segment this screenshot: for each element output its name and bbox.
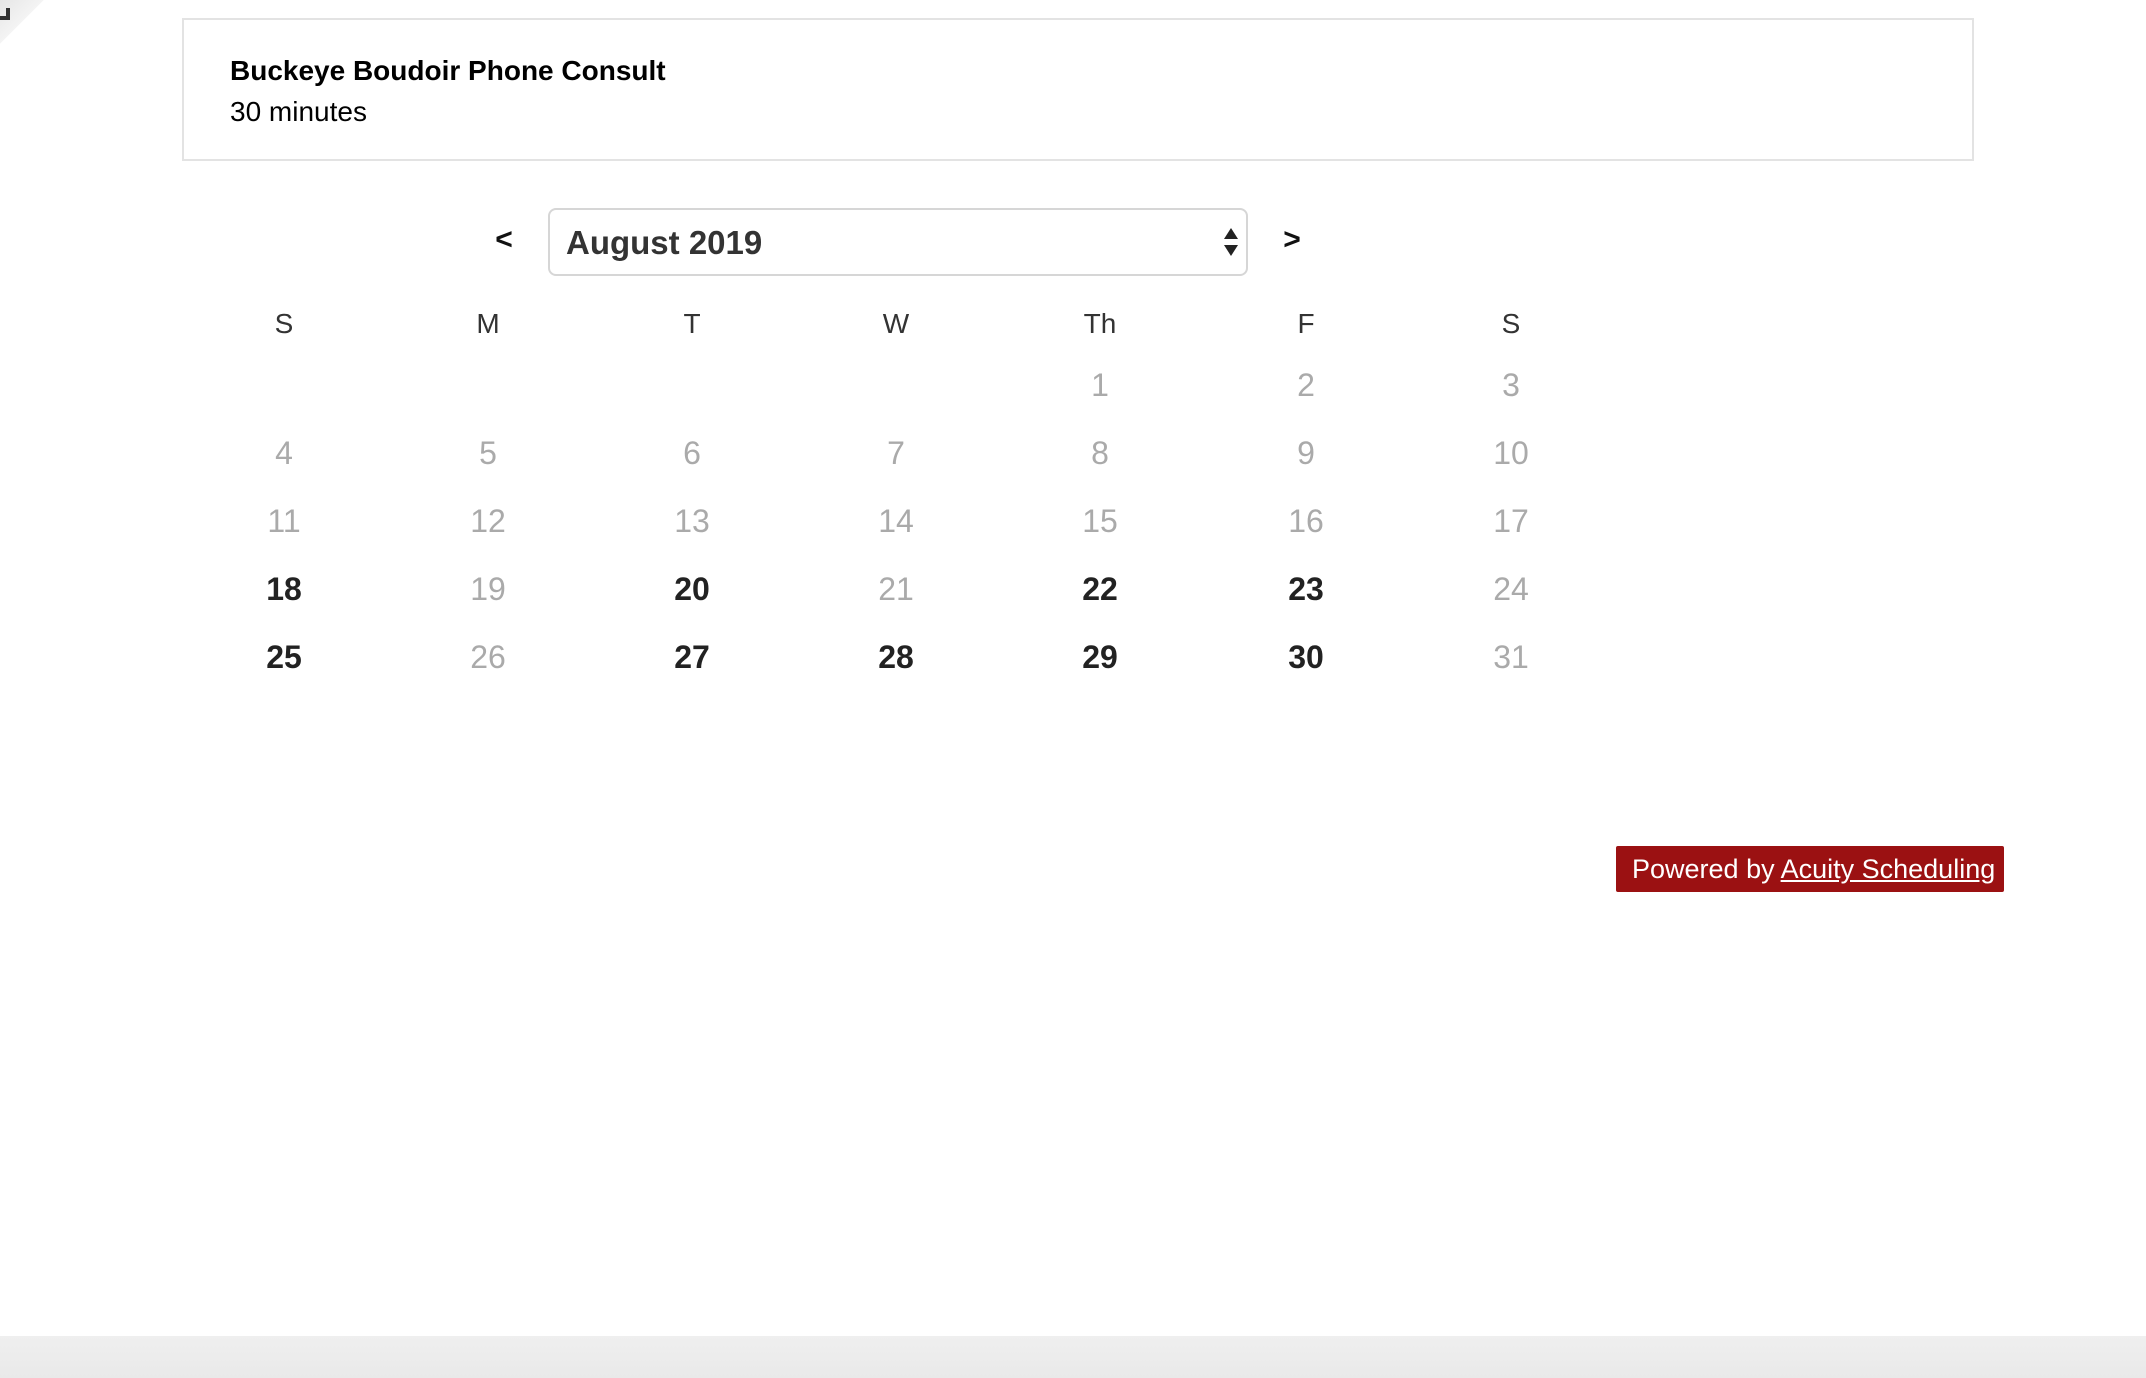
calendar-day-unavailable: 21 [878, 571, 914, 607]
appointment-duration: 30 minutes [230, 96, 367, 127]
calendar-day-unavailable: 15 [1082, 503, 1118, 539]
calendar-day-available[interactable]: 18 [224, 564, 344, 614]
calendar-day-available[interactable]: 29 [1040, 632, 1160, 682]
month-select[interactable]: August 2019 [548, 208, 1248, 276]
calendar-day-unavailable: 24 [1493, 571, 1529, 607]
corner-fold-decoration [0, 0, 44, 44]
calendar-day-available[interactable]: 22 [1040, 564, 1160, 614]
calendar-day-available[interactable]: 28 [836, 632, 956, 682]
powered-by-badge: Powered by Acuity Scheduling [1616, 846, 2004, 892]
calendar-day-unavailable: 4 [275, 435, 293, 471]
appointment-type-panel: Buckeye Boudoir Phone Consult 30 minutes [182, 18, 1974, 161]
calendar-day-available[interactable]: 23 [1246, 564, 1366, 614]
previous-month-button[interactable]: < [484, 220, 524, 260]
resize-corner-icon [0, 8, 10, 20]
weekday-label: M [476, 308, 500, 339]
calendar-day-unavailable: 12 [470, 503, 506, 539]
calendar-day-unavailable: 13 [674, 503, 710, 539]
calendar-day-unavailable: 17 [1493, 503, 1529, 539]
calendar-day-unavailable: 19 [470, 571, 506, 607]
calendar-day-unavailable: 16 [1288, 503, 1324, 539]
appointment-title: Buckeye Boudoir Phone Consult [230, 55, 666, 86]
calendar-day-unavailable: 26 [470, 639, 506, 675]
calendar-day-unavailable: 14 [878, 503, 914, 539]
calendar-day-unavailable: 11 [267, 503, 301, 539]
calendar-day-available[interactable]: 27 [632, 632, 752, 682]
bottom-scroll-bar [0, 1336, 2146, 1378]
weekday-label: S [274, 308, 294, 339]
calendar-day-unavailable: 9 [1297, 435, 1315, 471]
calendar-day-available[interactable]: 25 [224, 632, 344, 682]
calendar-day-available[interactable]: 20 [632, 564, 752, 614]
weekday-label: F [1297, 308, 1315, 339]
calendar-day-unavailable: 7 [887, 435, 905, 471]
weekday-header-row: S M T W Th F S [0, 308, 1600, 348]
calendar-day-unavailable: 2 [1297, 367, 1315, 403]
calendar-day-unavailable: 5 [479, 435, 497, 471]
calendar-day-available[interactable]: 30 [1246, 632, 1366, 682]
weekday-label: W [882, 308, 910, 339]
next-month-button[interactable]: > [1272, 220, 1312, 260]
calendar-day-grid: 1 2 3 4 5 6 7 8 9 10 11 12 13 14 15 16 17 18 19 20 21 22 23 24 2… [0, 360, 1600, 680]
calendar-day-unavailable: 6 [683, 435, 701, 471]
calendar-day-unavailable: 3 [1502, 367, 1520, 403]
weekday-label: Th [1083, 308, 1117, 339]
calendar-day-unavailable: 10 [1493, 435, 1529, 471]
powered-by-text: Powered by [1632, 854, 1781, 884]
weekday-label: T [683, 308, 701, 339]
calendar-day-unavailable: 1 [1091, 367, 1109, 403]
acuity-scheduling-link[interactable]: Acuity Scheduling [1781, 854, 1996, 884]
calendar-day-unavailable: 31 [1493, 639, 1529, 675]
weekday-label: S [1501, 308, 1521, 339]
calendar-day-unavailable: 8 [1091, 435, 1109, 471]
select-updown-icon [1224, 228, 1238, 258]
month-select-value: August 2019 [566, 224, 763, 261]
